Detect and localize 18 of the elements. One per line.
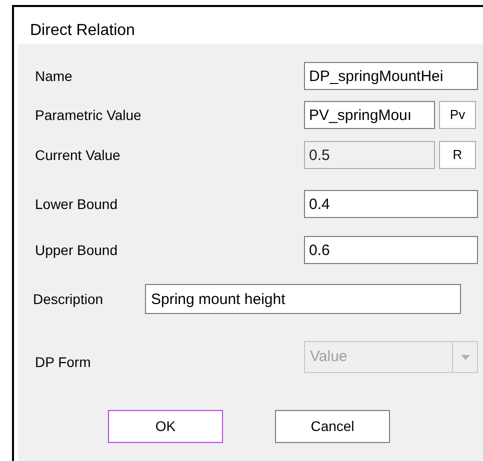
window-title: Direct Relation [29, 21, 136, 41]
text-field[interactable]: 0.6 [304, 236, 478, 264]
dialog-button[interactable]: OK [108, 410, 223, 443]
text-field[interactable]: 0.4 [304, 190, 478, 218]
text-field[interactable]: Spring mount height [145, 284, 461, 314]
field-label: Upper Bound [35, 240, 119, 260]
field-label: DP Form [35, 353, 92, 372]
field-label: Current Value [35, 146, 122, 164]
text-field[interactable]: PV_springMouı [304, 101, 435, 129]
field-label: Name [35, 66, 74, 86]
dropdown-arrow-icon [460, 354, 470, 360]
field-label: Description [33, 290, 104, 309]
field-label: Lower Bound [35, 194, 119, 214]
dropdown-value: Value [309, 346, 348, 367]
field-label: Parametric Value [35, 106, 142, 124]
small-button[interactable]: Pv [439, 101, 476, 129]
dialog-button[interactable]: Cancel [275, 410, 390, 443]
text-field[interactable]: DP_springMountHei [304, 62, 478, 90]
